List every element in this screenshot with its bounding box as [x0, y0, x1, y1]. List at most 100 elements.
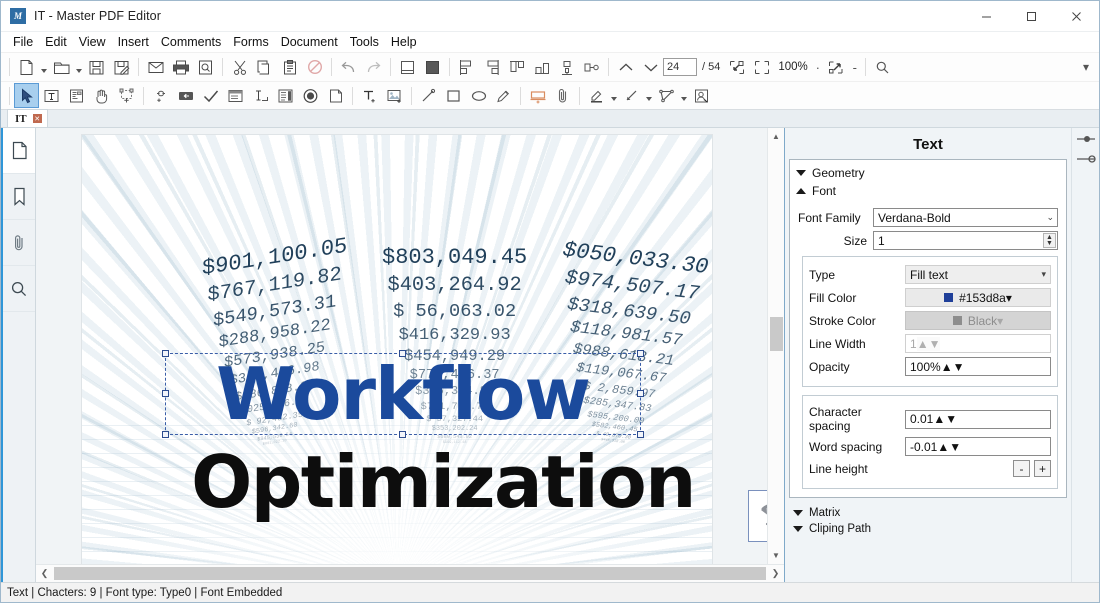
menu-help[interactable]: Help	[385, 33, 423, 52]
scroll-left-icon[interactable]: ❮	[36, 565, 53, 582]
attachment-tool[interactable]	[550, 83, 575, 108]
hand-tool[interactable]	[89, 83, 114, 108]
ellipse-tool[interactable]	[466, 83, 491, 108]
redo-button[interactable]	[361, 55, 386, 80]
resize-handle-nw[interactable]	[162, 350, 169, 357]
select-tool[interactable]	[14, 83, 39, 108]
zoom-dot-icon[interactable]: ·	[812, 55, 824, 80]
paste-button[interactable]	[277, 55, 302, 80]
page-view-single-button[interactable]	[395, 55, 420, 80]
page-field-tool[interactable]	[323, 83, 348, 108]
fill-color-select[interactable]: #153d8a ▾	[905, 288, 1051, 307]
rectangle-tool[interactable]	[441, 83, 466, 108]
vertical-scroll-track[interactable]	[768, 145, 785, 547]
slider-setting-1-icon[interactable]	[1076, 133, 1096, 148]
menu-comments[interactable]: Comments	[155, 33, 227, 52]
section-matrix[interactable]: Matrix	[789, 505, 1067, 521]
attachments-panel-button[interactable]	[3, 220, 35, 266]
signature-tool[interactable]	[689, 83, 714, 108]
maximize-button[interactable]	[1009, 1, 1054, 32]
headline-optimization-text[interactable]: Optimization	[128, 440, 758, 524]
opacity-input[interactable]: 100% ▲▼	[905, 357, 1051, 376]
cut-button[interactable]	[227, 55, 252, 80]
resize-handle-se[interactable]	[637, 431, 644, 438]
align-top-button[interactable]	[504, 55, 529, 80]
next-page-button[interactable]	[638, 55, 663, 80]
search-panel-button[interactable]	[3, 266, 35, 312]
character-spacing-input[interactable]: 0.01 ▲▼	[905, 409, 1051, 429]
link-tool[interactable]	[148, 83, 173, 108]
checkbox-tool[interactable]	[198, 83, 223, 108]
push-button-tool[interactable]	[173, 83, 198, 108]
copy-button[interactable]	[252, 55, 277, 80]
resize-handle-n[interactable]	[399, 350, 406, 357]
new-document-dropdown[interactable]	[39, 55, 49, 80]
horizontal-scrollbar[interactable]: ❮ ❯	[36, 564, 784, 582]
vertical-scrollbar[interactable]: ▲ ▼	[767, 128, 784, 564]
arrow-tool[interactable]	[619, 83, 644, 108]
pencil-tool[interactable]	[491, 83, 516, 108]
spinner-icon[interactable]: ▲▼	[937, 440, 961, 454]
save-as-button[interactable]	[109, 55, 134, 80]
scroll-right-icon[interactable]: ❯	[767, 565, 784, 582]
edit-form-tool[interactable]	[64, 83, 89, 108]
search-icon[interactable]	[870, 55, 895, 80]
fit-page-button[interactable]	[724, 55, 749, 80]
align-right-button[interactable]	[479, 55, 504, 80]
add-image-tool[interactable]	[382, 83, 407, 108]
email-button[interactable]	[143, 55, 168, 80]
scroll-up-icon[interactable]: ▲	[768, 128, 785, 145]
font-family-select[interactable]: Verdana-Bold ⌄	[873, 208, 1058, 227]
document-tab[interactable]: IT ✕	[7, 109, 48, 127]
menu-file[interactable]: File	[7, 33, 39, 52]
menu-tools[interactable]: Tools	[344, 33, 385, 52]
print-preview-button[interactable]	[193, 55, 218, 80]
vertical-scroll-thumb[interactable]	[769, 317, 783, 351]
align-center-horizontal-button[interactable]	[554, 55, 579, 80]
zoom-selection-button[interactable]	[824, 55, 849, 80]
open-document-button[interactable]	[49, 55, 74, 80]
page-canvas[interactable]: $901,100.05$767,119.82$549,573.31$288,95…	[36, 128, 767, 564]
close-button[interactable]	[1054, 1, 1099, 32]
resize-handle-sw[interactable]	[162, 431, 169, 438]
align-left-button[interactable]	[454, 55, 479, 80]
list-box-tool[interactable]	[273, 83, 298, 108]
delete-button[interactable]	[302, 55, 327, 80]
scroll-down-icon[interactable]: ▼	[768, 547, 785, 564]
highlight-tool-dropdown[interactable]	[609, 83, 619, 108]
menu-document[interactable]: Document	[275, 33, 344, 52]
highlight-tool[interactable]	[584, 83, 609, 108]
section-font[interactable]: Font	[790, 182, 1066, 200]
section-geometry[interactable]: Geometry	[790, 164, 1066, 182]
menu-view[interactable]: View	[73, 33, 112, 52]
type-select[interactable]: Fill text ▾	[905, 265, 1051, 284]
minimize-button[interactable]	[964, 1, 1009, 32]
edit-text-tool[interactable]	[39, 83, 64, 108]
print-button[interactable]	[168, 55, 193, 80]
line-height-decrease-button[interactable]: -	[1013, 460, 1030, 477]
add-text-tool[interactable]	[357, 83, 382, 108]
text-field-tool[interactable]	[248, 83, 273, 108]
page-number-input[interactable]: 24	[663, 58, 697, 76]
resize-handle-e[interactable]	[637, 390, 644, 397]
polygon-tool[interactable]	[654, 83, 679, 108]
combobox-tool[interactable]	[223, 83, 248, 108]
new-document-button[interactable]	[14, 55, 39, 80]
tab-close-icon[interactable]: ✕	[32, 114, 42, 123]
menu-insert[interactable]: Insert	[112, 33, 155, 52]
spinner-icon[interactable]: ▲▼	[1043, 233, 1056, 248]
resize-handle-ne[interactable]	[637, 350, 644, 357]
radio-button-tool[interactable]	[298, 83, 323, 108]
spinner-icon[interactable]: ▲▼	[941, 360, 965, 374]
pages-panel-button[interactable]	[3, 128, 35, 174]
font-size-input[interactable]: 1 ▲ ▼	[873, 231, 1058, 250]
undo-button[interactable]	[336, 55, 361, 80]
zoom-dropdown-icon[interactable]: -	[849, 55, 861, 80]
selected-text-object[interactable]: Workflow	[162, 350, 644, 438]
pdf-page[interactable]: $901,100.05$767,119.82$549,573.31$288,95…	[82, 135, 767, 564]
arrow-tool-dropdown[interactable]	[644, 83, 654, 108]
horizontal-scroll-track[interactable]	[53, 565, 767, 582]
align-center-vertical-button[interactable]	[579, 55, 604, 80]
previous-page-button[interactable]	[613, 55, 638, 80]
line-height-increase-button[interactable]: +	[1034, 460, 1051, 477]
